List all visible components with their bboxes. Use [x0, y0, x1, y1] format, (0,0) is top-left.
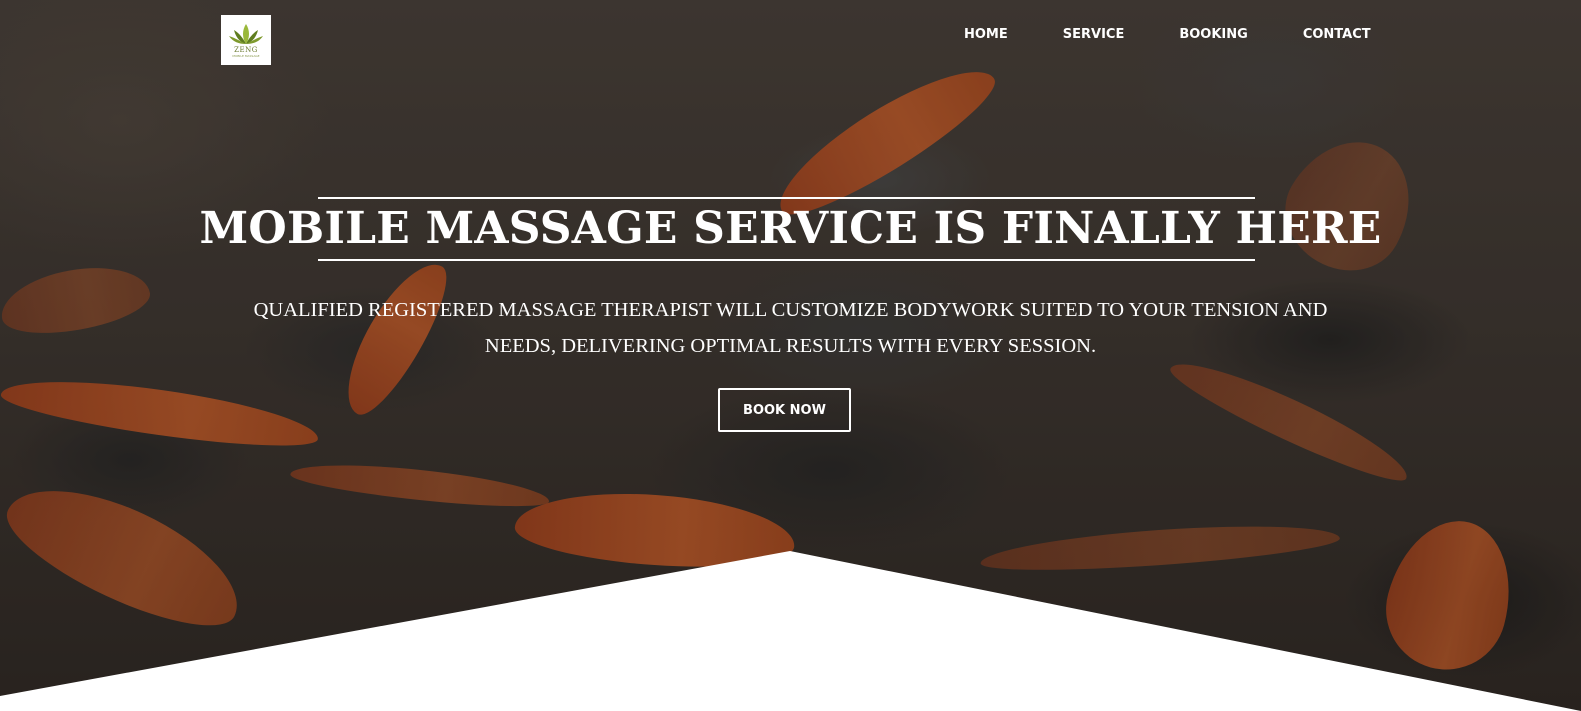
nav-service[interactable]: SERVICE: [1063, 26, 1125, 44]
headline-bottom-rule: [318, 259, 1255, 261]
nav-contact[interactable]: CONTACT: [1303, 26, 1371, 44]
logo-subtext: MOBILE MASSAGE: [232, 54, 260, 58]
lotus-icon: [229, 24, 263, 44]
book-now-button[interactable]: BOOK NOW: [718, 388, 851, 432]
logo[interactable]: ZENG MOBILE MASSAGE: [221, 15, 271, 65]
nav-home[interactable]: HOME: [964, 26, 1008, 44]
headline-top-rule: [318, 197, 1255, 199]
main-nav: HOME SERVICE BOOKING CONTACT: [960, 26, 1371, 44]
hero-section: ZENG MOBILE MASSAGE HOME SERVICE BOOKING…: [0, 0, 1581, 711]
bottom-chevron-shape: [0, 551, 1581, 711]
logo-text: ZENG: [234, 46, 258, 54]
hero-headline: MOBILE MASSAGE SERVICE IS FINALLY HERE: [199, 203, 1382, 254]
nav-booking[interactable]: BOOKING: [1179, 26, 1247, 44]
hero-subline: QUALIFIED REGISTERED MASSAGE THERAPIST W…: [253, 299, 1328, 357]
